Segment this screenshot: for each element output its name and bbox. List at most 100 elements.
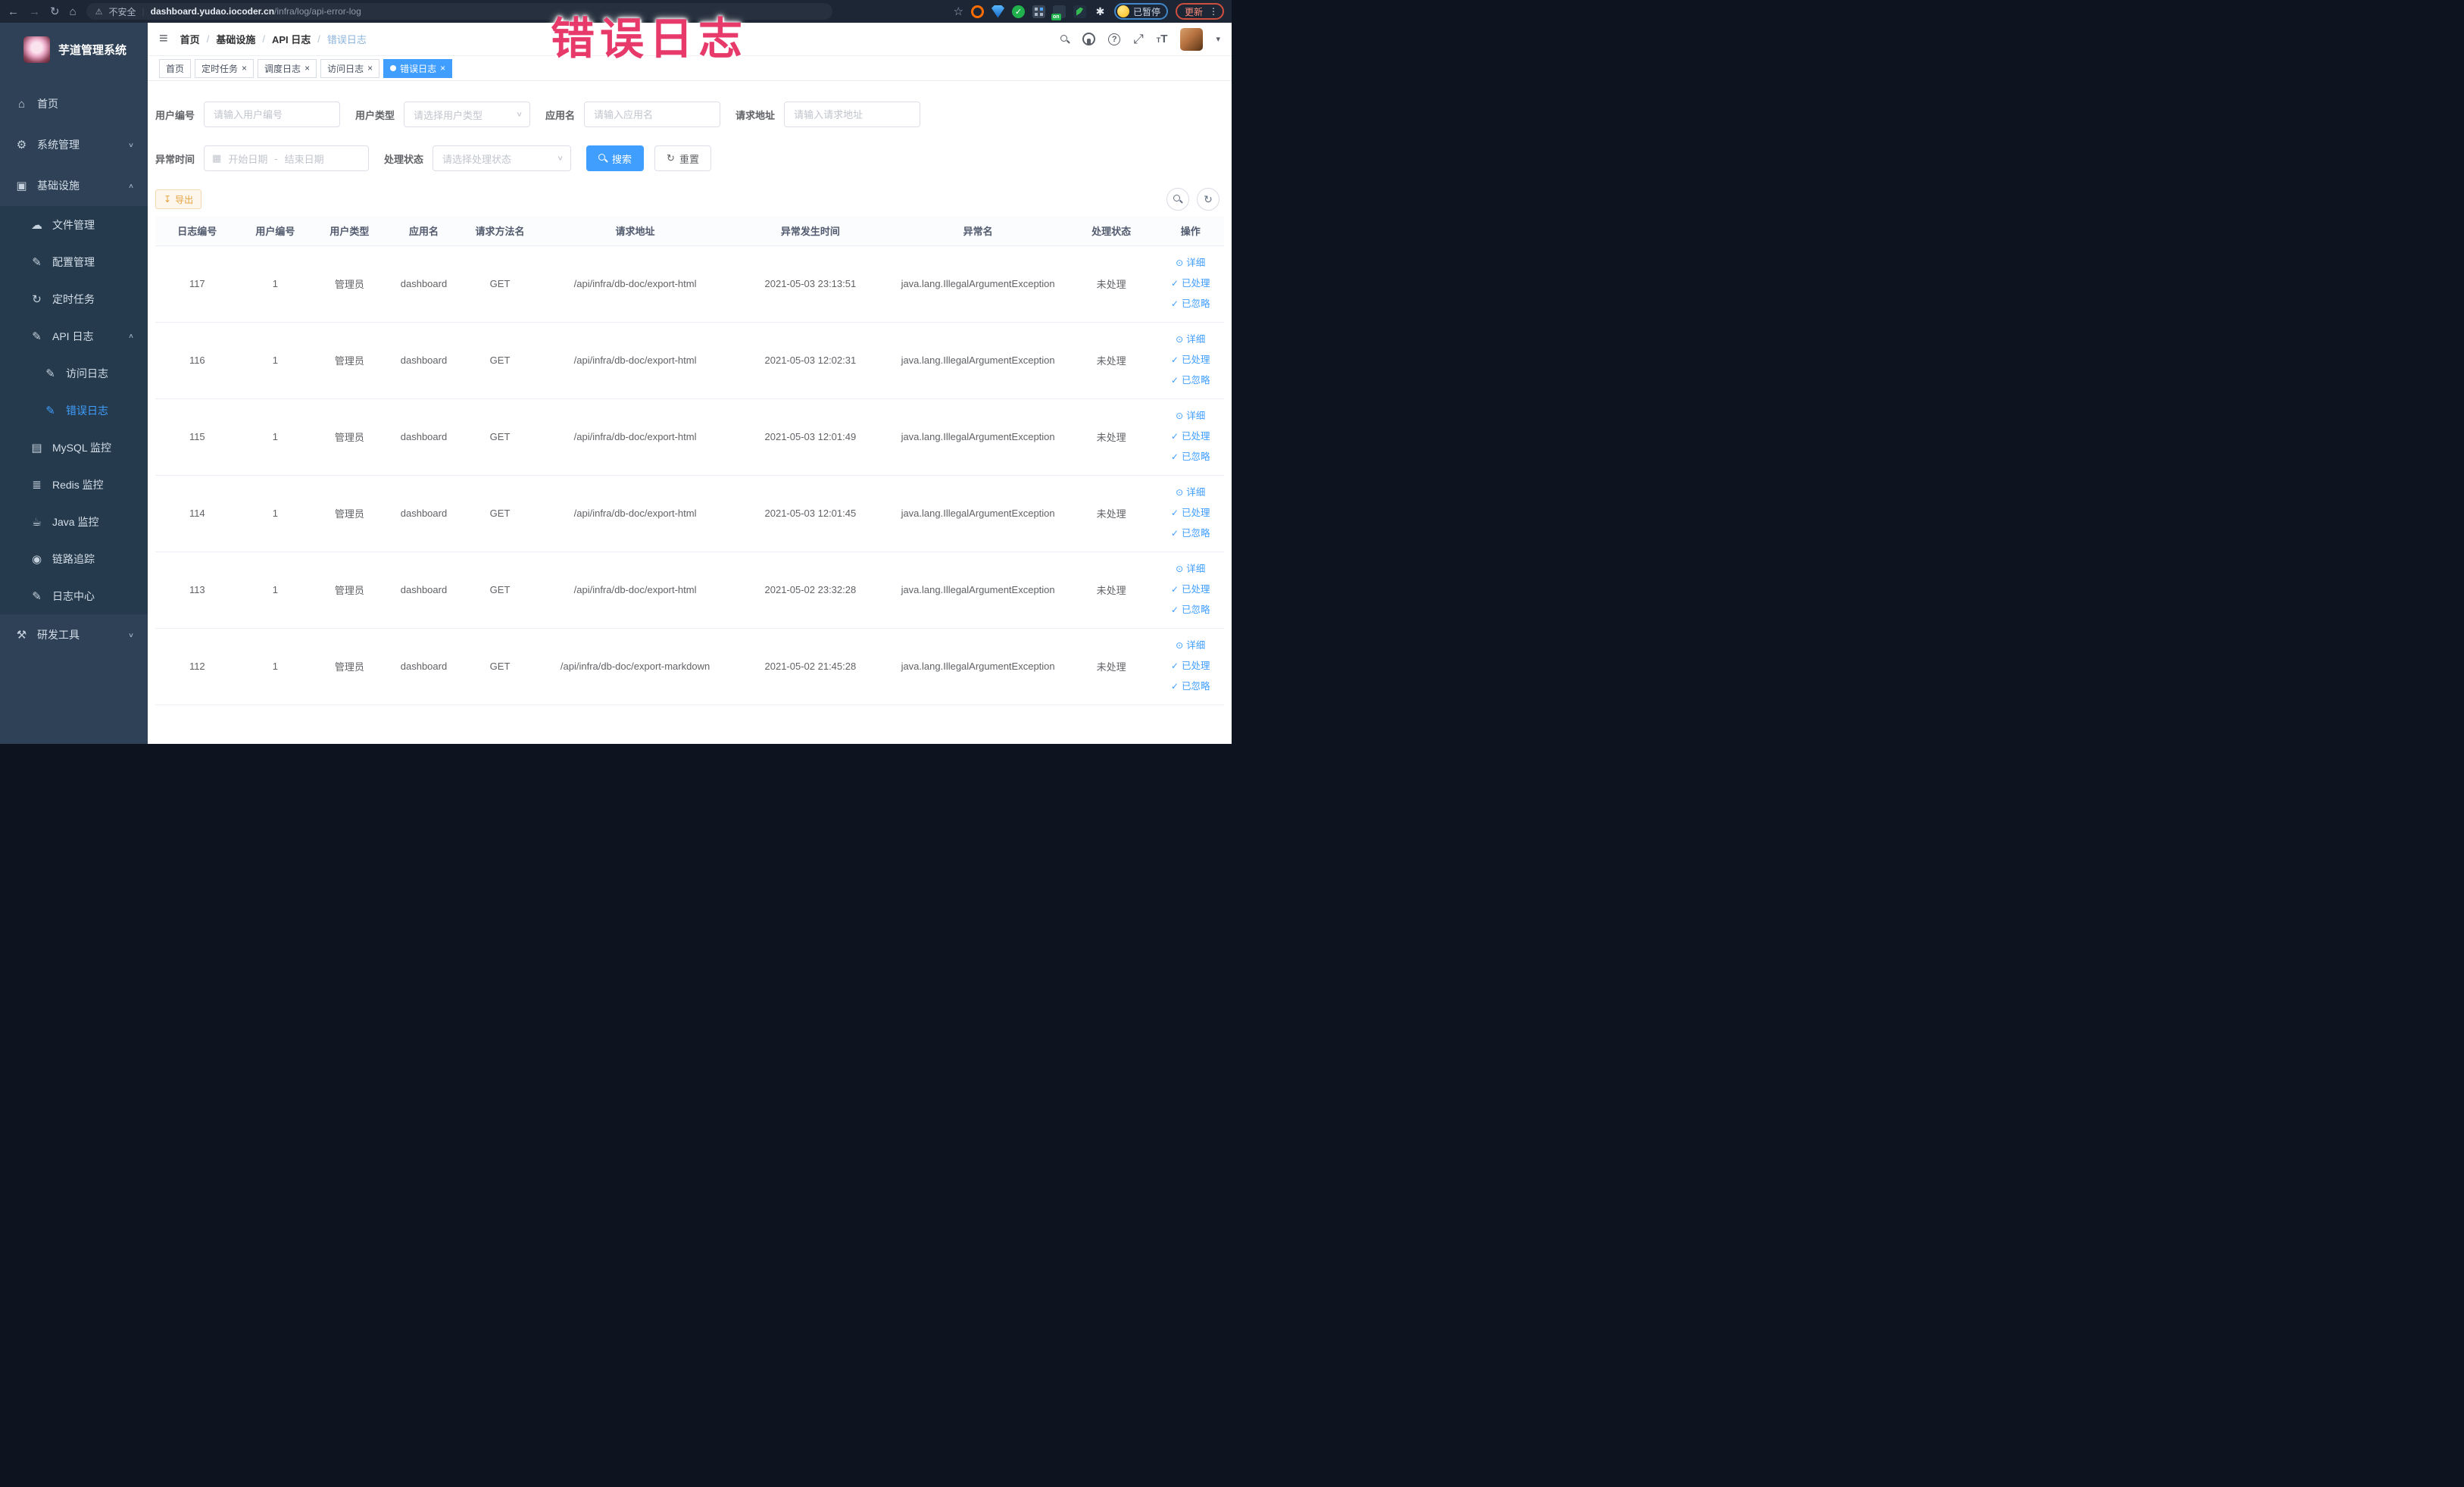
search-icon[interactable]: [1060, 34, 1070, 44]
check-icon: ✓: [1170, 355, 1179, 365]
mark-ignored-link[interactable]: ✓ 已忽略: [1160, 447, 1221, 467]
mark-processed-link[interactable]: ✓ 已处理: [1160, 579, 1221, 600]
breadcrumb-item[interactable]: 基础设施 /: [216, 32, 272, 46]
mark-ignored-link[interactable]: ✓ 已忽略: [1160, 676, 1221, 697]
tag-close-icon[interactable]: ×: [440, 64, 445, 73]
sidebar-item[interactable]: ↻ 定时任务: [0, 280, 148, 317]
sidebar-item[interactable]: ✎ 配置管理: [0, 243, 148, 280]
mark-processed-link[interactable]: ✓ 已处理: [1160, 350, 1221, 370]
search-button[interactable]: 搜索: [586, 145, 645, 171]
extension-grid-icon[interactable]: [1032, 5, 1045, 18]
mark-ignored-link[interactable]: ✓ 已忽略: [1160, 294, 1221, 314]
cell-user-id: 1: [239, 322, 312, 399]
menu-item-icon: ✎: [32, 330, 42, 343]
user-id-input[interactable]: [204, 102, 341, 127]
reset-button[interactable]: ↻ 重置: [654, 145, 711, 171]
processed-link-label: 已处理: [1181, 278, 1210, 289]
user-avatar[interactable]: [1180, 27, 1204, 51]
url-host: dashboard.yudao.iocoder.cn: [150, 6, 275, 17]
export-button[interactable]: ↧ 导出: [155, 189, 202, 209]
extension-paw-icon[interactable]: ✱: [1094, 5, 1107, 18]
breadcrumb-item[interactable]: API 日志 /: [272, 32, 327, 46]
sidebar-item[interactable]: ▤ MySQL 监控: [0, 429, 148, 466]
mark-processed-link[interactable]: ✓ 已处理: [1160, 426, 1221, 447]
browser-menu-kebab-icon[interactable]: ⋮: [1209, 6, 1218, 17]
browser-forward-icon[interactable]: →: [29, 6, 40, 17]
github-icon[interactable]: [1082, 33, 1096, 45]
app-name-input[interactable]: [584, 102, 721, 127]
extension-on-badge-icon[interactable]: on: [1051, 5, 1066, 20]
date-range-picker[interactable]: ▦ 开始日期 - 结束日期: [204, 145, 370, 171]
detail-link[interactable]: ⊙ 详细: [1160, 483, 1221, 503]
mark-ignored-link[interactable]: ✓ 已忽略: [1160, 370, 1221, 391]
tag-tab[interactable]: 访问日志 ×: [320, 58, 380, 78]
refresh-icon: ↻: [1204, 192, 1213, 205]
process-status-select[interactable]: 请选择处理状态 ∨: [433, 145, 572, 171]
detail-link[interactable]: ⊙ 详细: [1160, 253, 1221, 273]
tag-tab[interactable]: 定时任务 ×: [195, 58, 255, 78]
sidebar-item[interactable]: ✎ API 日志 ∧: [0, 317, 148, 355]
cell-request-url: /api/infra/db-doc/export-html: [539, 245, 731, 323]
detail-link[interactable]: ⊙ 详细: [1160, 636, 1221, 656]
extension-green-check-icon[interactable]: ✓: [1011, 5, 1025, 18]
breadcrumb-item[interactable]: 错误日志 /: [327, 32, 367, 46]
mark-processed-link[interactable]: ✓ 已处理: [1160, 273, 1221, 294]
sidebar-item[interactable]: ☕ Java 监控: [0, 503, 148, 540]
sidebar-item[interactable]: ⚙ 系统管理 ∨: [0, 124, 148, 165]
browser-home-icon[interactable]: ⌂: [70, 6, 77, 17]
bookmark-star-icon[interactable]: ☆: [954, 6, 963, 17]
refresh-table-button[interactable]: ↻: [1197, 188, 1220, 211]
sidebar-item[interactable]: ▣ 基础设施 ∧: [0, 165, 148, 206]
check-icon: ✓: [1170, 584, 1179, 595]
not-secure-label[interactable]: 不安全: [109, 5, 136, 18]
breadcrumb-item[interactable]: 首页 /: [180, 32, 217, 46]
mark-ignored-link[interactable]: ✓ 已忽略: [1160, 523, 1221, 544]
browser-update-button[interactable]: 更新 ⋮: [1175, 3, 1224, 20]
extension-orange-ring-icon[interactable]: [970, 5, 984, 18]
sidebar-item[interactable]: ☁ 文件管理: [0, 206, 148, 243]
sidebar-item[interactable]: ⚒ 研发工具 ∨: [0, 614, 148, 655]
extension-blue-gem-icon[interactable]: [991, 5, 1004, 18]
app-logo[interactable]: 芋道管理系统: [0, 23, 148, 76]
detail-link[interactable]: ⊙ 详细: [1160, 330, 1221, 350]
request-url-input[interactable]: [784, 102, 921, 127]
mark-ignored-link[interactable]: ✓ 已忽略: [1160, 600, 1221, 620]
tag-close-icon[interactable]: ×: [242, 64, 247, 73]
breadcrumb-label[interactable]: 基础设施: [216, 32, 255, 46]
sidebar-item[interactable]: ≣ Redis 监控: [0, 466, 148, 503]
tag-close-icon[interactable]: ×: [304, 64, 310, 73]
font-size-icon[interactable]: TT: [1157, 33, 1168, 45]
sidebar-item[interactable]: ✎ 日志中心: [0, 577, 148, 614]
extension-leaf-icon[interactable]: [1073, 5, 1086, 18]
address-bar[interactable]: ⚠ 不安全 | dashboard.yudao.iocoder.cn/infra…: [86, 3, 832, 20]
browser-profile-badge[interactable]: 已暂停: [1113, 3, 1168, 20]
sidebar-item[interactable]: ⌂ 首页: [0, 83, 148, 124]
tag-close-icon[interactable]: ×: [367, 64, 373, 73]
help-icon[interactable]: ?: [1108, 33, 1121, 45]
breadcrumb-label[interactable]: API 日志: [272, 32, 311, 46]
toggle-search-button[interactable]: [1166, 188, 1189, 211]
menu-item-icon: ▣: [16, 180, 27, 192]
cell-request-url: /api/infra/db-doc/export-html: [539, 475, 731, 552]
detail-link[interactable]: ⊙ 详细: [1160, 406, 1221, 426]
breadcrumb-label[interactable]: 首页: [180, 32, 200, 46]
sidebar-item[interactable]: ✎ 访问日志: [0, 355, 148, 392]
cell-process-status: 未处理: [1065, 322, 1157, 399]
tag-tab[interactable]: 错误日志 ×: [383, 58, 453, 78]
mark-processed-link[interactable]: ✓ 已处理: [1160, 656, 1221, 676]
sidebar-item[interactable]: ◉ 链路追踪: [0, 540, 148, 577]
browser-reload-icon[interactable]: ↻: [50, 6, 60, 17]
detail-link[interactable]: ⊙ 详细: [1160, 559, 1221, 579]
mark-processed-link[interactable]: ✓ 已处理: [1160, 503, 1221, 523]
avatar-caret-icon[interactable]: ▾: [1216, 34, 1220, 44]
profile-emoji-icon: [1116, 5, 1129, 17]
breadcrumb-label[interactable]: 错误日志: [327, 32, 367, 46]
user-type-select[interactable]: 请选择用户类型 ∨: [404, 102, 531, 127]
browser-back-icon[interactable]: ←: [8, 6, 19, 17]
menu-item-icon: ☕: [31, 515, 42, 529]
sidebar-item[interactable]: ✎ 错误日志: [0, 392, 148, 429]
tag-tab[interactable]: 首页: [159, 58, 192, 78]
sidebar-toggle-icon[interactable]: ≡: [159, 30, 168, 48]
fullscreen-icon[interactable]: ⤢: [1133, 33, 1144, 45]
tag-tab[interactable]: 调度日志 ×: [258, 58, 317, 78]
